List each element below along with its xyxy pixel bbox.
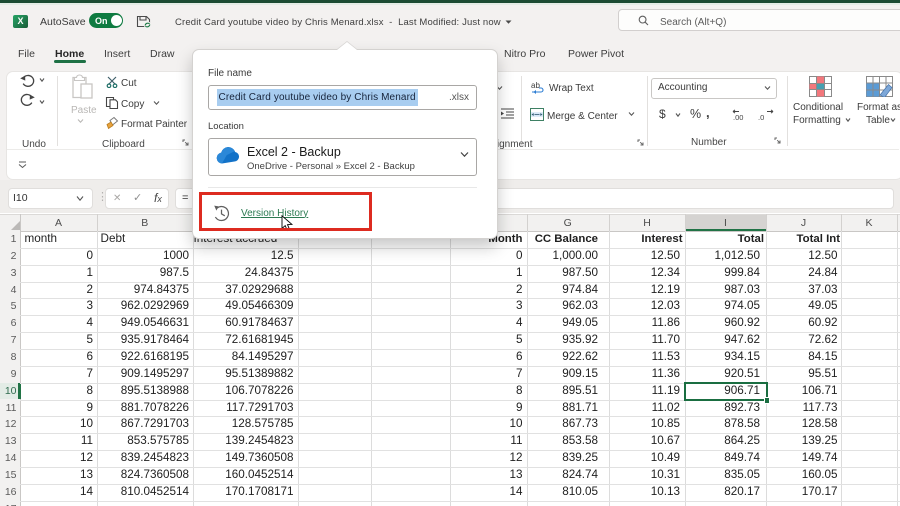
svg-text:.0: .0	[758, 113, 764, 121]
svg-text:ab: ab	[531, 81, 540, 90]
svg-text:.00: .00	[733, 113, 743, 121]
